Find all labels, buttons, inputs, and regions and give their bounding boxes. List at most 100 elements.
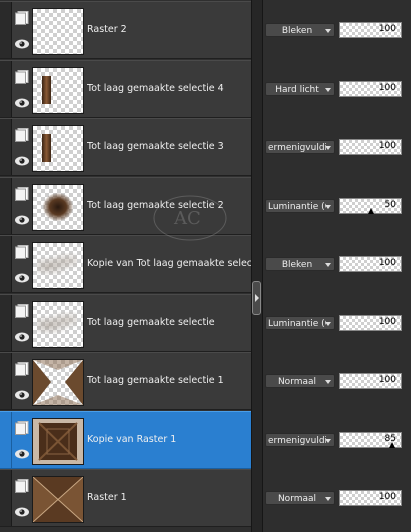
opacity-slider[interactable]: 100 <box>339 256 402 272</box>
layer-thumbnail <box>32 242 84 289</box>
visibility-eye-icon[interactable] <box>14 506 30 518</box>
blend-mode-select[interactable]: Hard licht <box>265 82 335 96</box>
opacity-value: 50 <box>384 200 396 210</box>
blend-mode-label: Bleken <box>281 260 313 270</box>
layer-group-icon[interactable] <box>15 304 29 318</box>
dropdown-arrow-icon <box>325 146 331 150</box>
dropdown-arrow-icon <box>325 497 331 501</box>
visibility-eye-icon[interactable] <box>14 389 30 401</box>
opacity-slider[interactable]: 100 <box>339 139 402 155</box>
dropdown-arrow-icon <box>325 205 331 209</box>
layer-group-icon[interactable] <box>15 421 29 435</box>
layer-row[interactable]: Tot laag gemaakte selectie 4 <box>0 60 251 118</box>
blend-mode-label: Luminantie (O) <box>268 319 326 329</box>
layer-thumbnail <box>32 476 84 523</box>
visibility-eye-icon[interactable] <box>14 214 30 226</box>
opacity-value: 100 <box>378 492 396 502</box>
opacity-slider[interactable]: 100 <box>339 315 402 331</box>
layer-group-icon[interactable] <box>15 362 29 376</box>
dropdown-arrow-icon <box>325 29 331 33</box>
layer-properties: Hard licht 100 <box>263 60 411 118</box>
layer-row[interactable]: Raster 1 <box>0 469 251 527</box>
layer-name: Tot laag gemaakte selectie 3 <box>87 141 224 152</box>
layer-properties: Bleken 100 <box>263 1 411 59</box>
layer-thumbnail <box>32 184 84 231</box>
blend-mode-select[interactable]: Normaal <box>265 374 335 388</box>
opacity-slider[interactable]: 100 <box>339 373 402 389</box>
layer-row[interactable]: Tot laag gemaakte selectie 1 <box>0 352 251 410</box>
blend-mode-label: Bleken <box>281 26 313 36</box>
layer-row[interactable]: Kopie van Tot laag gemaakte selectie <box>0 235 251 293</box>
opacity-slider[interactable]: 85 <box>339 432 402 448</box>
layer-name: Tot laag gemaakte selectie <box>87 317 215 328</box>
layer-properties: Bleken 100 <box>263 235 411 293</box>
opacity-slider[interactable]: 50 <box>339 198 402 214</box>
layer-row[interactable]: Tot laag gemaakte selectie 2 <box>0 177 251 235</box>
layer-strip <box>0 119 12 175</box>
layer-thumbnail <box>32 8 84 55</box>
panel-splitter[interactable] <box>251 0 263 532</box>
opacity-marker-icon[interactable] <box>367 208 374 214</box>
opacity-value: 100 <box>378 375 396 385</box>
layer-strip <box>0 353 12 409</box>
dropdown-arrow-icon <box>325 322 331 326</box>
layer-group-icon[interactable] <box>15 245 29 259</box>
opacity-value: 100 <box>378 141 396 151</box>
layer-name: Raster 1 <box>87 492 127 503</box>
visibility-eye-icon[interactable] <box>14 38 30 50</box>
blend-mode-label: Hard licht <box>275 85 319 95</box>
layer-group-icon[interactable] <box>15 187 29 201</box>
opacity-slider[interactable]: 100 <box>339 81 402 97</box>
layer-properties: Luminantie (O) 50 <box>263 177 411 235</box>
layer-group-icon[interactable] <box>15 11 29 25</box>
opacity-value: 100 <box>378 24 396 34</box>
blend-mode-select[interactable]: ermenigvuldige <box>265 433 335 447</box>
layer-strip <box>0 2 12 58</box>
layer-strip <box>0 470 12 526</box>
layer-name: Kopie van Raster 1 <box>87 434 177 445</box>
visibility-eye-icon[interactable] <box>14 272 30 284</box>
layer-thumbnail <box>32 418 84 465</box>
visibility-eye-icon[interactable] <box>14 155 30 167</box>
layer-row[interactable]: Tot laag gemaakte selectie 3 <box>0 118 251 176</box>
opacity-value: 100 <box>378 258 396 268</box>
blend-mode-label: ermenigvuldige <box>268 143 326 153</box>
layer-row[interactable]: Raster 2 <box>0 1 251 59</box>
blend-mode-label: ermenigvuldige <box>268 436 326 446</box>
layer-strip <box>0 295 12 351</box>
layer-properties: Luminantie (O) 100 <box>263 294 411 352</box>
opacity-slider[interactable]: 100 <box>339 490 402 506</box>
blend-mode-select[interactable]: Luminantie (O) <box>265 316 335 330</box>
visibility-eye-icon[interactable] <box>14 97 30 109</box>
layer-properties: ermenigvuldige 100 <box>263 118 411 176</box>
dropdown-arrow-icon <box>325 88 331 92</box>
layer-properties: Normaal 100 <box>263 469 411 527</box>
layer-row[interactable]: Kopie van Raster 1 <box>0 411 251 469</box>
blend-mode-select[interactable]: Bleken <box>265 257 335 271</box>
layer-group-icon[interactable] <box>15 70 29 84</box>
layer-name: Raster 2 <box>87 24 127 35</box>
visibility-eye-icon[interactable] <box>14 448 30 460</box>
dropdown-arrow-icon <box>325 380 331 384</box>
layer-strip <box>0 178 12 234</box>
layer-name: Tot laag gemaakte selectie 4 <box>87 83 224 94</box>
blend-mode-label: Normaal <box>277 494 317 504</box>
opacity-slider[interactable]: 100 <box>339 22 402 38</box>
layer-group-icon[interactable] <box>15 479 29 493</box>
layer-name: Tot laag gemaakte selectie 2 <box>87 200 224 211</box>
blend-mode-select[interactable]: Luminantie (O) <box>265 199 335 213</box>
collapse-arrow-icon[interactable] <box>252 281 261 315</box>
blend-mode-label: Luminantie (O) <box>268 202 326 212</box>
layer-group-icon[interactable] <box>15 128 29 142</box>
blend-mode-select[interactable]: Bleken <box>265 23 335 37</box>
dropdown-arrow-icon <box>325 439 331 443</box>
layer-name: Tot laag gemaakte selectie 1 <box>87 375 224 386</box>
layer-strip <box>0 236 12 292</box>
layer-properties: Normaal 100 <box>263 352 411 410</box>
visibility-eye-icon[interactable] <box>14 331 30 343</box>
opacity-value: 85 <box>384 434 396 444</box>
layer-row[interactable]: Tot laag gemaakte selectie <box>0 294 251 352</box>
blend-mode-select[interactable]: ermenigvuldige <box>265 140 335 154</box>
opacity-value: 100 <box>378 83 396 93</box>
blend-mode-select[interactable]: Normaal <box>265 491 335 505</box>
